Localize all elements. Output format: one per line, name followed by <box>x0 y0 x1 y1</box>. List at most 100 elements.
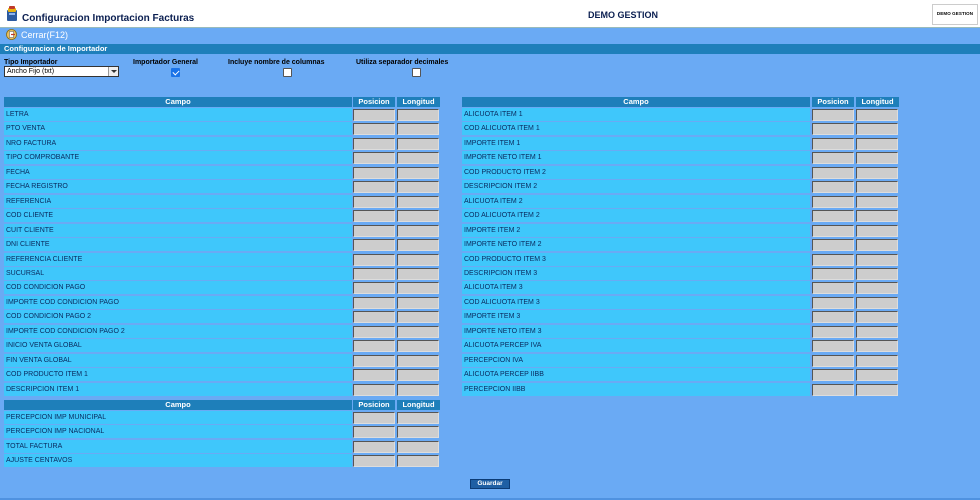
incluye-columnas-checkbox[interactable] <box>283 68 292 77</box>
posicion-input[interactable] <box>812 239 854 252</box>
longitud-input[interactable] <box>397 412 439 424</box>
posicion-input[interactable] <box>812 181 854 194</box>
longitud-input[interactable] <box>856 340 898 353</box>
longitud-input[interactable] <box>397 152 439 165</box>
longitud-input[interactable] <box>397 195 439 208</box>
posicion-input[interactable] <box>353 340 395 353</box>
posicion-input[interactable] <box>353 181 395 194</box>
longitud-input[interactable] <box>397 440 439 453</box>
posicion-input[interactable] <box>812 109 854 121</box>
longitud-input[interactable] <box>856 166 898 179</box>
longitud-input[interactable] <box>856 109 898 121</box>
longitud-input[interactable] <box>856 325 898 338</box>
field-label: TIPO COMPROBANTE <box>4 151 352 165</box>
longitud-input[interactable] <box>856 354 898 367</box>
close-button[interactable]: Cerrar(F12) <box>21 30 68 40</box>
posicion-input[interactable] <box>812 152 854 165</box>
posicion-input[interactable] <box>353 152 395 165</box>
posicion-input[interactable] <box>812 224 854 237</box>
toolbar: Cerrar(F12) <box>0 28 980 42</box>
posicion-input[interactable] <box>353 137 395 150</box>
longitud-input[interactable] <box>397 311 439 324</box>
posicion-input[interactable] <box>353 296 395 309</box>
posicion-input[interactable] <box>353 383 395 396</box>
posicion-input[interactable] <box>812 340 854 353</box>
posicion-input[interactable] <box>353 325 395 338</box>
longitud-input[interactable] <box>856 282 898 295</box>
posicion-input[interactable] <box>353 195 395 208</box>
longitud-input[interactable] <box>397 253 439 266</box>
longitud-input[interactable] <box>397 383 439 396</box>
longitud-input[interactable] <box>397 340 439 353</box>
longitud-input[interactable] <box>397 137 439 150</box>
posicion-input[interactable] <box>812 195 854 208</box>
posicion-input[interactable] <box>353 426 395 439</box>
posicion-input[interactable] <box>812 325 854 338</box>
longitud-input[interactable] <box>397 109 439 121</box>
posicion-input[interactable] <box>812 253 854 266</box>
longitud-input[interactable] <box>397 166 439 179</box>
posicion-input[interactable] <box>353 354 395 367</box>
longitud-input[interactable] <box>856 267 898 280</box>
longitud-input[interactable] <box>397 224 439 237</box>
tipo-importador-select[interactable]: Ancho Fijo (txt) <box>4 66 119 77</box>
posicion-input[interactable] <box>353 267 395 280</box>
longitud-input[interactable] <box>397 354 439 367</box>
field-label: ALICUOTA PERCEP IVA <box>462 339 810 353</box>
table-row: FIN VENTA GLOBAL <box>4 353 440 367</box>
longitud-input[interactable] <box>856 253 898 266</box>
longitud-input[interactable] <box>397 369 439 382</box>
posicion-input[interactable] <box>353 224 395 237</box>
posicion-input[interactable] <box>353 282 395 295</box>
posicion-input[interactable] <box>353 109 395 121</box>
posicion-input[interactable] <box>812 354 854 367</box>
exit-icon[interactable] <box>6 29 17 40</box>
posicion-input[interactable] <box>812 311 854 324</box>
longitud-input[interactable] <box>397 210 439 223</box>
longitud-input[interactable] <box>856 239 898 252</box>
posicion-input[interactable] <box>812 210 854 223</box>
posicion-input[interactable] <box>812 369 854 382</box>
longitud-input[interactable] <box>856 152 898 165</box>
longitud-input[interactable] <box>856 383 898 396</box>
posicion-input[interactable] <box>353 440 395 453</box>
longitud-input[interactable] <box>397 282 439 295</box>
importador-general-checkbox[interactable] <box>171 68 180 77</box>
posicion-input[interactable] <box>812 267 854 280</box>
separador-decimales-checkbox[interactable] <box>412 68 421 77</box>
posicion-input[interactable] <box>353 123 395 136</box>
longitud-input[interactable] <box>397 455 439 468</box>
longitud-input[interactable] <box>856 296 898 309</box>
posicion-input[interactable] <box>353 166 395 179</box>
longitud-input[interactable] <box>856 123 898 136</box>
posicion-input[interactable] <box>353 412 395 424</box>
posicion-input[interactable] <box>812 282 854 295</box>
save-button[interactable]: Guardar <box>470 479 510 489</box>
longitud-input[interactable] <box>856 195 898 208</box>
tipo-importador-value: Ancho Fijo (txt) <box>7 68 55 75</box>
longitud-input[interactable] <box>856 137 898 150</box>
posicion-input[interactable] <box>812 123 854 136</box>
longitud-input[interactable] <box>397 267 439 280</box>
longitud-input[interactable] <box>397 181 439 194</box>
longitud-input[interactable] <box>856 311 898 324</box>
longitud-input[interactable] <box>397 325 439 338</box>
posicion-input[interactable] <box>353 455 395 468</box>
longitud-input[interactable] <box>397 123 439 136</box>
posicion-input[interactable] <box>812 137 854 150</box>
posicion-input[interactable] <box>812 166 854 179</box>
posicion-input[interactable] <box>353 311 395 324</box>
posicion-input[interactable] <box>812 296 854 309</box>
longitud-input[interactable] <box>856 224 898 237</box>
longitud-input[interactable] <box>397 296 439 309</box>
longitud-input[interactable] <box>397 426 439 439</box>
longitud-input[interactable] <box>856 210 898 223</box>
longitud-input[interactable] <box>856 181 898 194</box>
posicion-input[interactable] <box>353 253 395 266</box>
longitud-input[interactable] <box>856 369 898 382</box>
posicion-input[interactable] <box>353 369 395 382</box>
posicion-input[interactable] <box>812 383 854 396</box>
posicion-input[interactable] <box>353 210 395 223</box>
longitud-input[interactable] <box>397 239 439 252</box>
posicion-input[interactable] <box>353 239 395 252</box>
